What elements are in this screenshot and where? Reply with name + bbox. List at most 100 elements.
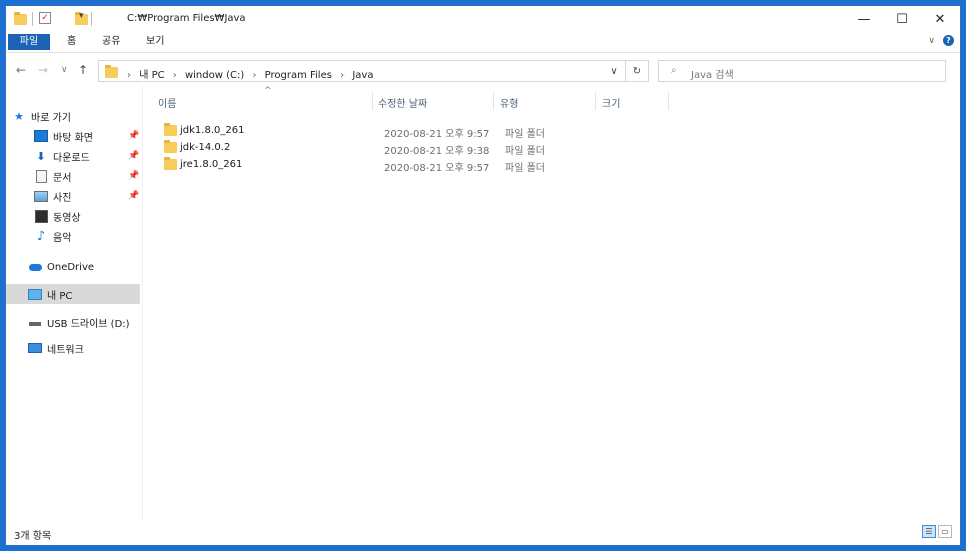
address-bar[interactable]: › 내 PC › window (C:) › Program Files › J… (98, 60, 649, 82)
pane-divider[interactable] (142, 86, 143, 520)
column-divider[interactable] (493, 92, 494, 110)
tab-share[interactable]: 공유 (102, 34, 120, 50)
sidebar-item-quick-access[interactable]: ★ 바로 가기 (12, 106, 146, 126)
table-row[interactable]: jdk1.8.0_261 2020-08-21 오후 9:57 파일 폴더 (158, 123, 678, 140)
breadcrumb-drive-c[interactable]: window (C:) (185, 70, 244, 81)
file-name: jdk-14.0.2 (180, 142, 231, 153)
item-count: 3개 항목 (14, 531, 52, 542)
computer-icon (28, 288, 42, 300)
forward-button[interactable]: → (38, 63, 48, 77)
search-input[interactable]: Java 검색 (691, 66, 734, 81)
maximize-button[interactable]: ☐ (883, 6, 921, 32)
pin-icon: 📌 (128, 171, 140, 181)
pictures-icon (34, 190, 48, 202)
breadcrumb-java[interactable]: Java (352, 70, 373, 81)
file-explorer-window: ✓ ▾ C:₩Program Files₩Java — ☐ ✕ 파일 홈 공유 … (6, 6, 960, 545)
usb-drive-icon (28, 316, 42, 328)
address-dropdown-icon[interactable]: ∨ (603, 61, 625, 81)
search-box[interactable]: ⌕ Java 검색 (658, 60, 946, 82)
sidebar-item-network[interactable]: 네트워크 (28, 338, 140, 358)
folder-icon (164, 140, 177, 153)
column-divider[interactable] (372, 92, 373, 110)
close-button[interactable]: ✕ (921, 6, 959, 32)
tab-home[interactable]: 홈 (67, 34, 76, 50)
file-date: 2020-08-21 오후 9:57 (384, 129, 490, 140)
refresh-icon[interactable]: ↻ (625, 61, 648, 81)
sidebar-item-downloads[interactable]: ⬇ 다운로드 (34, 146, 140, 166)
sidebar-item-this-pc[interactable]: 내 PC (6, 284, 140, 304)
search-icon: ⌕ (671, 65, 677, 76)
minimize-button[interactable]: — (845, 6, 883, 32)
recent-locations-button[interactable]: ∨ (61, 65, 68, 75)
sidebar-item-label: 네트워크 (47, 344, 84, 356)
file-type: 파일 폴더 (505, 129, 545, 140)
navigation-bar: ← → ∨ ↑ › 내 PC › window (C:) › Program F… (6, 59, 960, 83)
divider (91, 12, 92, 26)
status-bar: 3개 항목 ☰ ▭ (6, 520, 960, 544)
file-name: jdk1.8.0_261 (180, 125, 245, 136)
folder-icon (164, 157, 177, 170)
download-icon: ⬇ (36, 149, 46, 163)
ribbon-tabs: 파일 홈 공유 보기 ∨ ? (6, 32, 960, 53)
help-icon[interactable]: ? (943, 35, 954, 46)
sidebar-item-label: 사진 (53, 192, 72, 204)
breadcrumb-this-pc[interactable]: 내 PC (139, 70, 164, 81)
title-bar: ✓ ▾ C:₩Program Files₩Java — ☐ ✕ (6, 6, 960, 32)
file-type: 파일 폴더 (505, 163, 545, 174)
breadcrumb-program-files[interactable]: Program Files (265, 70, 332, 81)
column-header-date[interactable]: 수정한 날짜 (378, 95, 427, 110)
sidebar-item-label: OneDrive (47, 261, 95, 273)
folder-icon (105, 65, 118, 78)
sidebar-item-label: 동영상 (53, 212, 81, 224)
file-list: ^ 이름 수정한 날짜 유형 크기 jdk1.8.0_261 2020-08-2… (146, 86, 956, 516)
sidebar-item-usb[interactable]: USB 드라이브 (D:) (28, 312, 140, 332)
column-header-name[interactable]: 이름 (158, 95, 176, 110)
column-header-size[interactable]: 크기 (602, 95, 620, 110)
divider (32, 12, 33, 26)
tab-file[interactable]: 파일 (8, 34, 50, 50)
cloud-icon (28, 261, 42, 273)
network-icon (28, 342, 42, 354)
document-icon (34, 169, 48, 183)
properties-icon[interactable]: ✓ (39, 12, 51, 24)
sidebar-item-onedrive[interactable]: OneDrive (28, 257, 140, 277)
back-button[interactable]: ← (16, 63, 26, 77)
sidebar-item-videos[interactable]: 동영상 (34, 206, 140, 226)
sidebar-item-pictures[interactable]: 사진 (34, 186, 140, 206)
file-date: 2020-08-21 오후 9:38 (384, 146, 490, 157)
music-icon: ♪ (36, 228, 46, 244)
column-header-type[interactable]: 유형 (500, 95, 518, 110)
sort-ascending-icon: ^ (264, 86, 272, 96)
sidebar-item-label: USB 드라이브 (D:) (47, 318, 130, 330)
large-icons-view-icon[interactable]: ▭ (938, 525, 952, 538)
expand-ribbon-icon[interactable]: ∨ (928, 36, 935, 46)
file-date: 2020-08-21 오후 9:57 (384, 163, 490, 174)
column-divider[interactable] (668, 92, 669, 110)
up-button[interactable]: ↑ (78, 63, 88, 77)
sidebar-item-label: 바탕 화면 (53, 132, 93, 144)
sidebar-item-label: 다운로드 (53, 152, 90, 164)
sidebar-item-label: 바로 가기 (31, 112, 71, 124)
sidebar-item-desktop[interactable]: 바탕 화면 (34, 126, 140, 146)
navigation-pane: ★ 바로 가기 바탕 화면 📌 ⬇ 다운로드 📌 문서 📌 사진 📌 동영상 ♪… (6, 86, 142, 518)
folder-icon (164, 123, 177, 136)
video-icon (34, 209, 48, 223)
star-icon: ★ (14, 109, 24, 123)
sidebar-item-music[interactable]: ♪ 음악 (34, 226, 140, 246)
details-view-icon[interactable]: ☰ (922, 525, 936, 538)
pin-icon: 📌 (128, 131, 140, 141)
pin-icon: 📌 (128, 191, 140, 201)
column-divider[interactable] (595, 92, 596, 110)
table-row[interactable]: jdk-14.0.2 2020-08-21 오후 9:38 파일 폴더 (158, 140, 678, 157)
sidebar-item-label: 음악 (53, 232, 72, 244)
table-row[interactable]: jre1.8.0_261 2020-08-21 오후 9:57 파일 폴더 (158, 157, 678, 174)
tab-view[interactable]: 보기 (146, 34, 164, 50)
quick-access-dropdown-icon[interactable]: ▾ (79, 11, 84, 25)
window-title: C:₩Program Files₩Java (127, 13, 246, 24)
folder-icon (14, 12, 27, 25)
breadcrumb: › 내 PC › window (C:) › Program Files › J… (127, 70, 374, 81)
file-type: 파일 폴더 (505, 146, 545, 157)
sidebar-item-documents[interactable]: 문서 (34, 166, 140, 186)
sidebar-item-label: 문서 (53, 172, 72, 184)
pin-icon: 📌 (128, 151, 140, 161)
